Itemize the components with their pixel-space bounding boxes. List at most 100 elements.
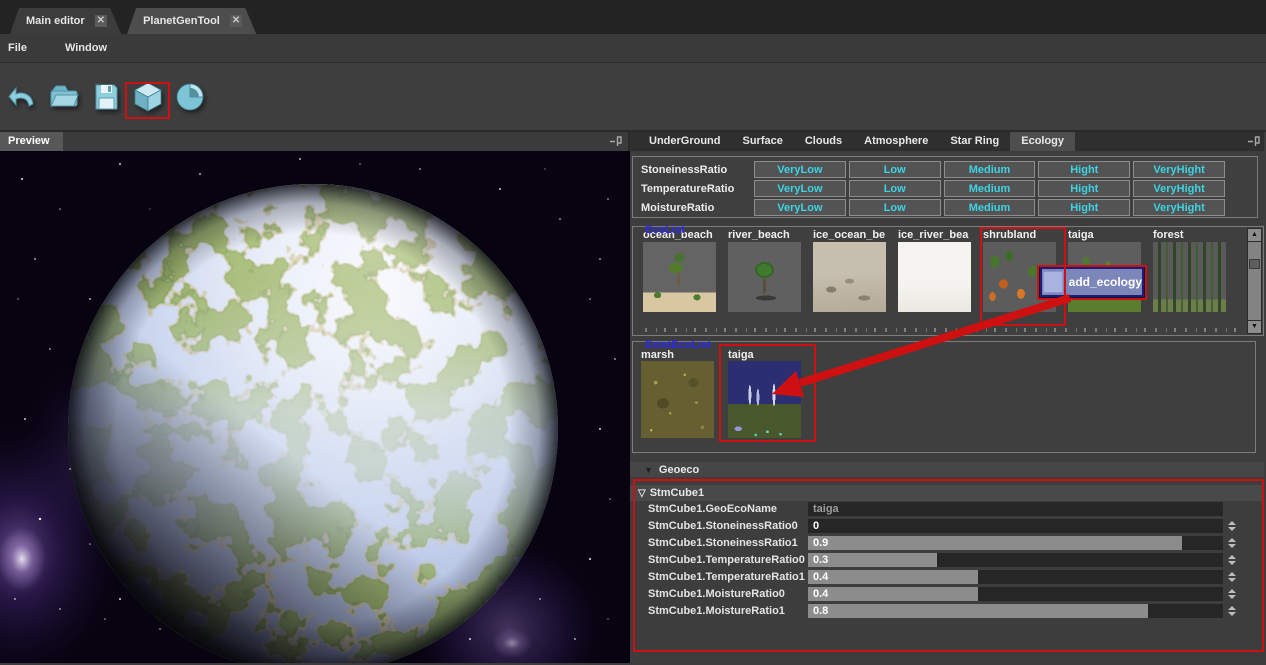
context-menu-selection-icon bbox=[1043, 271, 1063, 293]
geoeco-header-label: Geoeco bbox=[659, 464, 699, 476]
moisture-veryhight-button[interactable]: VeryHight bbox=[1133, 199, 1225, 216]
temperature-hight-button[interactable]: Hight bbox=[1038, 180, 1130, 197]
temperature-veryhight-button[interactable]: VeryHight bbox=[1133, 180, 1225, 197]
ice-river-thumbnail[interactable] bbox=[898, 242, 971, 312]
eco-item-ice-ocean[interactable]: ice_ocean_be bbox=[813, 229, 886, 312]
river-beach-thumbnail[interactable] bbox=[728, 242, 801, 312]
exist-eco-list-title: ExistEcoList bbox=[645, 339, 711, 351]
tab-planetgentool-label: PlanetGenTool bbox=[143, 15, 220, 27]
stoneinessratio1-slider[interactable]: 0.9 bbox=[808, 536, 1223, 550]
scrollbar-thumb[interactable] bbox=[1249, 259, 1260, 269]
moistureratio0-row: StmCube1.MoistureRatio0 0.4 bbox=[630, 587, 1264, 601]
spinner-stepper[interactable] bbox=[1228, 519, 1237, 533]
temperature-medium-button[interactable]: Medium bbox=[944, 180, 1036, 197]
stmcube1-group-header[interactable]: ▽ StmCube1 bbox=[630, 485, 1264, 501]
temperatureratio0-row: StmCube1.TemperatureRatio0 0.3 bbox=[630, 553, 1264, 567]
temperatureratio1-slider[interactable]: 0.4 bbox=[808, 570, 1223, 584]
moisture-medium-button[interactable]: Medium bbox=[944, 199, 1036, 216]
stoneiness-verylow-button[interactable]: VeryLow bbox=[754, 161, 846, 178]
tab-atmosphere[interactable]: Atmosphere bbox=[853, 132, 939, 151]
preview-tab[interactable]: Preview bbox=[0, 132, 63, 151]
exist-eco-list-group: ExistEcoList marsh taiga bbox=[632, 341, 1256, 453]
save-button[interactable] bbox=[89, 79, 123, 115]
folder-icon bbox=[47, 81, 81, 113]
spinner-stepper[interactable] bbox=[1228, 587, 1237, 601]
marsh-thumbnail[interactable] bbox=[641, 361, 714, 438]
spinner-stepper[interactable] bbox=[1228, 570, 1237, 584]
moistureratio0-slider[interactable]: 0.4 bbox=[808, 587, 1223, 601]
cube-tool-button[interactable] bbox=[131, 79, 165, 115]
tab-underground[interactable]: UnderGround bbox=[638, 132, 732, 151]
stoneinessratio0-slider[interactable]: 0 bbox=[808, 519, 1223, 533]
moisture-hight-button[interactable]: Hight bbox=[1038, 199, 1130, 216]
eco-item-forest[interactable]: forest bbox=[1153, 229, 1226, 312]
eco-item-river-beach[interactable]: river_beach bbox=[728, 229, 801, 312]
ocean-beach-thumbnail[interactable] bbox=[643, 242, 716, 312]
sphere-icon bbox=[173, 81, 207, 113]
eco-item-ice-river[interactable]: ice_river_bea bbox=[898, 229, 971, 312]
temperature-low-button[interactable]: Low bbox=[849, 180, 941, 197]
add-ecology-context-menu[interactable]: add_ecology bbox=[1040, 267, 1144, 297]
collapse-arrow-icon[interactable]: ▼ bbox=[644, 465, 653, 475]
close-icon[interactable]: ✕ bbox=[230, 15, 242, 27]
planet-render bbox=[0, 151, 630, 663]
planet-gen-tool-window: Main editor ✕ PlanetGenTool ✕ File Windo… bbox=[0, 0, 1266, 665]
stoneiness-medium-button[interactable]: Medium bbox=[944, 161, 1036, 178]
ecology-panel: UnderGround Surface Clouds Atmosphere St… bbox=[630, 132, 1264, 663]
planet-sphere-button[interactable] bbox=[173, 79, 207, 115]
main-area: Preview bbox=[0, 132, 1266, 663]
moisture-low-button[interactable]: Low bbox=[849, 199, 941, 216]
temperature-verylow-button[interactable]: VeryLow bbox=[754, 180, 846, 197]
tab-clouds[interactable]: Clouds bbox=[794, 132, 853, 151]
exist-item-marsh[interactable]: marsh bbox=[641, 349, 714, 438]
stmcube1-header-label: StmCube1 bbox=[650, 487, 704, 499]
moistureratio1-slider[interactable]: 0.8 bbox=[808, 604, 1223, 618]
eco-item-ocean-beach[interactable]: ocean_beach bbox=[643, 229, 716, 312]
spinner-stepper[interactable] bbox=[1228, 553, 1237, 567]
scrollbar-track[interactable] bbox=[1247, 242, 1262, 320]
tab-ecology[interactable]: Ecology bbox=[1010, 132, 1075, 151]
eco-list-group: EcoList ocean_beach river_beach ice_ocea… bbox=[632, 226, 1264, 336]
eco-list-scrollbar[interactable]: ▲ ▼ bbox=[1247, 228, 1262, 334]
tab-main-editor[interactable]: Main editor ✕ bbox=[10, 8, 121, 34]
add-ecology-menu-item[interactable]: add_ecology bbox=[1069, 275, 1142, 289]
tab-surface[interactable]: Surface bbox=[732, 132, 794, 151]
temperatureratio0-slider[interactable]: 0.3 bbox=[808, 553, 1223, 567]
spinner-stepper[interactable] bbox=[1228, 536, 1237, 550]
planet bbox=[68, 184, 558, 663]
geoeco-section-header[interactable]: ▼ Geoeco bbox=[630, 462, 1264, 477]
dock-pin-icon[interactable] bbox=[1247, 135, 1260, 148]
tab-main-editor-label: Main editor bbox=[26, 15, 85, 27]
moisture-ratio-row: MoistureRatio VeryLow Low Medium Hight V… bbox=[633, 199, 1257, 216]
stoneinessratio1-row: StmCube1.StoneinessRatio1 0.9 bbox=[630, 536, 1264, 550]
cube-icon bbox=[131, 80, 165, 114]
ice-ocean-thumbnail[interactable] bbox=[813, 242, 886, 312]
expand-arrow-icon[interactable]: ▽ bbox=[638, 488, 646, 499]
exist-eco-items: marsh taiga bbox=[641, 349, 801, 438]
open-folder-button[interactable] bbox=[47, 79, 81, 115]
preview-panel: Preview bbox=[0, 132, 630, 663]
stoneinessratio0-row: StmCube1.StoneinessRatio0 0 bbox=[630, 519, 1264, 533]
moisture-verylow-button[interactable]: VeryLow bbox=[754, 199, 846, 216]
exist-item-taiga[interactable]: taiga bbox=[728, 349, 801, 438]
geoeconame-field[interactable]: taiga bbox=[808, 502, 1223, 516]
stoneiness-hight-button[interactable]: Hight bbox=[1038, 161, 1130, 178]
window-tab-bar: Main editor ✕ PlanetGenTool ✕ bbox=[0, 0, 1266, 34]
undo-button[interactable] bbox=[5, 79, 39, 115]
tab-star-ring[interactable]: Star Ring bbox=[939, 132, 1010, 151]
menu-window[interactable]: Window bbox=[57, 42, 115, 54]
stoneiness-veryhight-button[interactable]: VeryHight bbox=[1133, 161, 1225, 178]
tab-planetgentool[interactable]: PlanetGenTool ✕ bbox=[127, 8, 256, 34]
scroll-up-icon[interactable]: ▲ bbox=[1247, 228, 1262, 242]
menu-file[interactable]: File bbox=[0, 42, 35, 54]
ratio-table: StoneinessRatio VeryLow Low Medium Hight… bbox=[632, 156, 1258, 218]
stoneiness-low-button[interactable]: Low bbox=[849, 161, 941, 178]
forest-thumbnail[interactable] bbox=[1153, 242, 1226, 312]
clipped-next-row bbox=[645, 328, 1239, 332]
spinner-stepper[interactable] bbox=[1228, 604, 1237, 618]
close-icon[interactable]: ✕ bbox=[95, 15, 107, 27]
exist-taiga-thumbnail[interactable] bbox=[728, 361, 801, 438]
dock-pin-icon[interactable] bbox=[609, 135, 622, 148]
scroll-down-icon[interactable]: ▼ bbox=[1247, 320, 1262, 334]
planet-viewport[interactable] bbox=[0, 151, 630, 663]
